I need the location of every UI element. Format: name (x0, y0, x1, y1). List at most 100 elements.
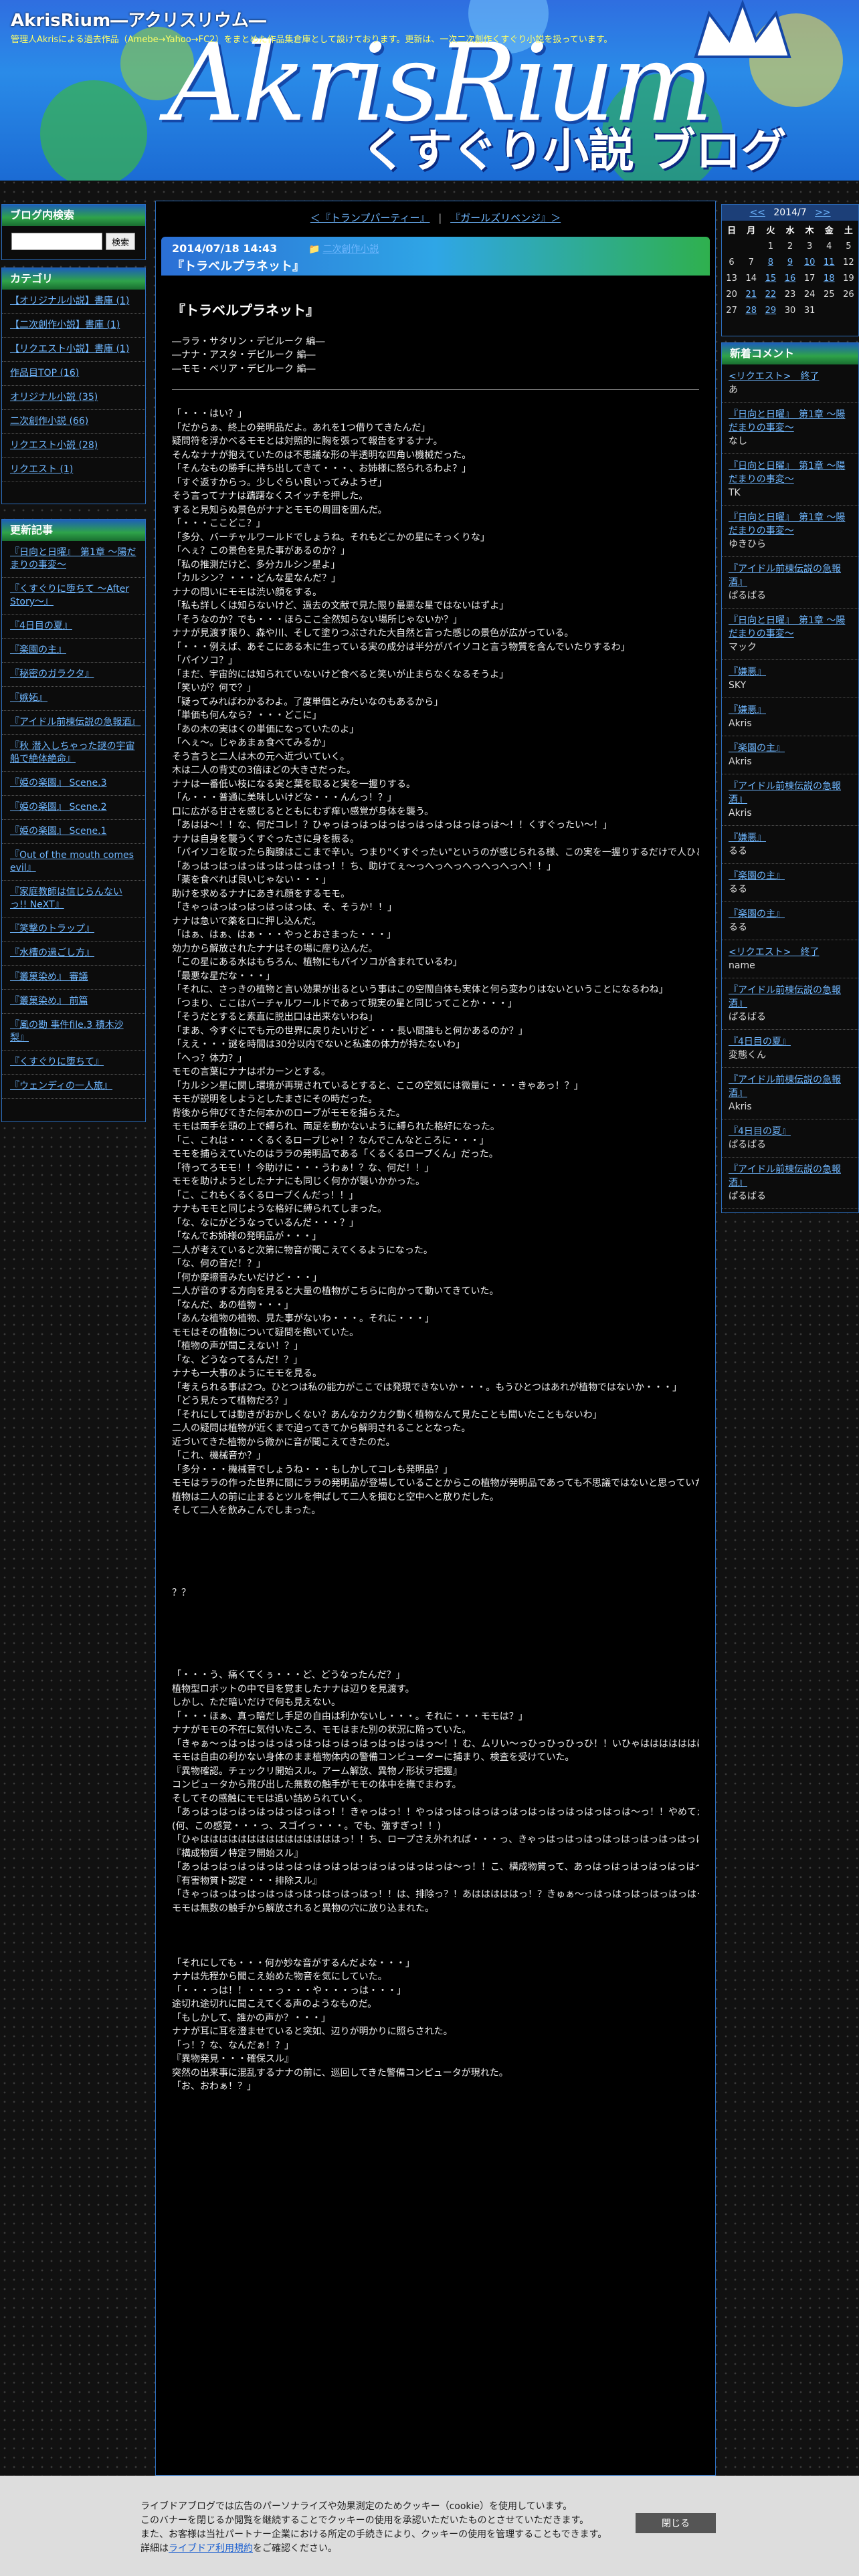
recent-link[interactable]: 『嫉妬』 (10, 693, 47, 704)
category-link[interactable]: 【オリジナル小説】書庫 (1) (10, 296, 129, 306)
calendar-prev-link[interactable]: << (749, 207, 765, 218)
category-link[interactable]: リクエスト (1) (10, 464, 73, 475)
recent-item[interactable]: 『ウェンディの一人旅』 (2, 1075, 145, 1099)
recent-link[interactable]: 『日向と日曜』 第1章 ～陽だまりの事変～ (10, 547, 136, 570)
category-link[interactable]: 【リクエスト小説】書庫 (1) (10, 344, 129, 354)
calendar-day[interactable]: 29 (761, 302, 780, 318)
entry-category-link[interactable]: 二次創作小説 (322, 244, 379, 255)
comment-entry-link[interactable]: 『4日目の夏』 (729, 1035, 852, 1049)
category-link[interactable]: リクエスト小説 (28) (10, 440, 98, 451)
category-item[interactable]: リクエスト (1) (2, 458, 145, 482)
comment-entry-link[interactable]: 『アイドル前棟伝説の急報酒』 (729, 780, 852, 807)
comment-entry-link[interactable]: 『アイドル前棟伝説の急報酒』 (729, 984, 852, 1010)
category-item[interactable]: 【オリジナル小説】書庫 (1) (2, 290, 145, 314)
comment-entry-link[interactable]: 『日向と日曜』 第1章 ～陽だまりの事変～ (729, 459, 852, 486)
recent-item[interactable]: 『叢菓染め』 審議 (2, 966, 145, 990)
category-link[interactable]: 作品目TOP (16) (10, 368, 79, 379)
recent-link[interactable]: 『秘密のガラクタ』 (10, 669, 94, 679)
comment-entry-link[interactable]: 『楽園の主』 (729, 869, 852, 883)
category-link[interactable]: 二次創作小説 (66) (10, 416, 88, 427)
recent-link[interactable]: 『家庭教師は信じらんないっ!! NeXT』 (10, 887, 122, 910)
category-item[interactable]: 【二次創作小説】書庫 (1) (2, 314, 145, 338)
comment-entry-link[interactable]: 『日向と日曜』 第1章 ～陽だまりの事変～ (729, 408, 852, 435)
recent-item[interactable]: 『姫の楽園』 Scene.1 (2, 820, 145, 844)
comment-entry-link[interactable]: 『楽園の主』 (729, 907, 852, 921)
comment-entry-link[interactable]: 『アイドル前棟伝説の急報酒』 (729, 1163, 852, 1190)
comment-entry-link[interactable]: 『日向と日曜』 第1章 ～陽だまりの事変～ (729, 614, 852, 641)
recent-item[interactable]: 『くすぐりに堕ちて ～After Story～』 (2, 578, 145, 615)
recent-item[interactable]: 『叢菓染め』 前篇 (2, 990, 145, 1014)
recent-item[interactable]: 『笑撃のトラップ』 (2, 918, 145, 942)
comment-entry-link[interactable]: 『アイドル前棟伝説の急報酒』 (729, 1073, 852, 1100)
recent-item[interactable]: 『姫の楽園』 Scene.2 (2, 796, 145, 820)
recent-link[interactable]: 『風の勘 事件file.3 積木沙梨』 (10, 1020, 124, 1043)
calendar-day[interactable]: 9 (780, 254, 799, 270)
recent-item[interactable]: 『Out of the mouth comes evil』 (2, 844, 145, 881)
comment-entry-link[interactable]: 『4日目の夏』 (729, 1125, 852, 1138)
calendar-day: 5 (846, 241, 852, 251)
comment-author: なし (729, 436, 747, 447)
recent-item[interactable]: 『アイドル前棟伝説の急報酒』 (2, 711, 145, 735)
recent-link[interactable]: 『叢菓染め』 審議 (10, 972, 88, 982)
comment-entry-link[interactable]: 『日向と日曜』 第1章 ～陽だまりの事変～ (729, 511, 852, 538)
calendar-next-link[interactable]: >> (815, 207, 830, 218)
recent-link[interactable]: 『水槽の過ごし方』 (10, 948, 94, 958)
comment-entry-link[interactable]: <リクエスト> 終了 (729, 946, 852, 959)
recent-item[interactable]: 『くすぐりに堕ちて』 (2, 1051, 145, 1075)
calendar-day[interactable]: 21 (741, 286, 761, 302)
recent-link[interactable]: 『4日目の夏』 (10, 621, 72, 631)
calendar-day[interactable]: 22 (761, 286, 780, 302)
recent-link[interactable]: 『姫の楽園』 Scene.1 (10, 826, 107, 837)
calendar-day[interactable]: 10 (800, 254, 820, 270)
recent-link[interactable]: 『Out of the mouth comes evil』 (10, 850, 134, 873)
search-input[interactable] (11, 233, 102, 250)
recent-item[interactable]: 『姫の楽園』 Scene.3 (2, 772, 145, 796)
recent-item[interactable]: 『家庭教師は信じらんないっ!! NeXT』 (2, 881, 145, 918)
recent-link[interactable]: 『くすぐりに堕ちて ～After Story～』 (10, 584, 129, 607)
prev-entry-link[interactable]: ＜『トランプパーティー』 (310, 212, 430, 224)
recent-item[interactable]: 『秋 潜入しちゃった謎の宇宙船で絶体絶命』 (2, 735, 145, 772)
recent-link[interactable]: 『くすぐりに堕ちて』 (10, 1057, 104, 1067)
comment-entry-link[interactable]: 『アイドル前棟伝説の急報酒』 (729, 562, 852, 589)
category-item[interactable]: リクエスト小説 (28) (2, 434, 145, 458)
calendar-day[interactable]: 18 (820, 270, 839, 286)
category-item[interactable]: 作品目TOP (16) (2, 362, 145, 386)
recent-item[interactable]: 『4日目の夏』 (2, 615, 145, 639)
comment-entry-link[interactable]: 『嫌悪』 (729, 831, 852, 845)
recent-link[interactable]: 『笑撃のトラップ』 (10, 924, 94, 934)
story-line: 「カルシン星に関し環境が再現されているとすると、ここの空気には微量に・・・きゃあ… (172, 1080, 583, 1091)
comment-entry-link[interactable]: <リクエスト> 終了 (729, 370, 852, 383)
category-item[interactable]: 【リクエスト小説】書庫 (1) (2, 338, 145, 362)
recent-link[interactable]: 『ウェンディの一人旅』 (10, 1081, 112, 1091)
recent-item[interactable]: 『嫉妬』 (2, 687, 145, 711)
search-button[interactable]: 検索 (106, 233, 136, 250)
recent-link[interactable]: 『アイドル前棟伝説の急報酒』 (10, 717, 140, 728)
story-line: モモの言葉にナナはポカーンとする。 (172, 1067, 330, 1077)
calendar-day[interactable]: 11 (820, 254, 839, 270)
comment-entry-link[interactable]: 『嫌悪』 (729, 665, 852, 679)
recent-item[interactable]: 『秘密のガラクタ』 (2, 663, 145, 687)
calendar-day[interactable]: 15 (761, 270, 780, 286)
terms-link[interactable]: ライブドア利用規約 (169, 2543, 253, 2554)
recent-link[interactable]: 『楽園の主』 (10, 645, 66, 655)
recent-item[interactable]: 『風の勘 事件file.3 積木沙梨』 (2, 1014, 145, 1051)
category-item[interactable]: オリジナル小説 (35) (2, 386, 145, 410)
recent-item[interactable]: 『日向と日曜』 第1章 ～陽だまりの事変～ (2, 541, 145, 578)
next-entry-link[interactable]: 『ガールズリベンジ』＞ (450, 212, 561, 224)
calendar-day[interactable]: 28 (741, 302, 761, 318)
comment-entry-link[interactable]: 『嫌悪』 (729, 704, 852, 717)
cookie-close-button[interactable]: 閉じる (636, 2513, 716, 2533)
category-link[interactable]: オリジナル小説 (35) (10, 392, 98, 403)
recent-link[interactable]: 『叢菓染め』 前篇 (10, 996, 88, 1006)
recent-link[interactable]: 『姫の楽園』 Scene.2 (10, 802, 107, 813)
recent-link[interactable]: 『秋 潜入しちゃった謎の宇宙船で絶体絶命』 (10, 741, 134, 764)
calendar-day[interactable]: 16 (780, 270, 799, 286)
category-item[interactable]: 二次創作小説 (66) (2, 410, 145, 434)
calendar-day[interactable]: 8 (761, 254, 780, 270)
recent-item[interactable]: 『楽園の主』 (2, 639, 145, 663)
comment-entry-link[interactable]: 『楽園の主』 (729, 742, 852, 755)
recent-item[interactable]: 『水槽の過ごし方』 (2, 942, 145, 966)
category-link[interactable]: 【二次創作小説】書庫 (1) (10, 320, 120, 330)
blog-title-link[interactable]: AkrisRium―アクリスリウム― (11, 7, 266, 31)
recent-link[interactable]: 『姫の楽園』 Scene.3 (10, 778, 107, 788)
